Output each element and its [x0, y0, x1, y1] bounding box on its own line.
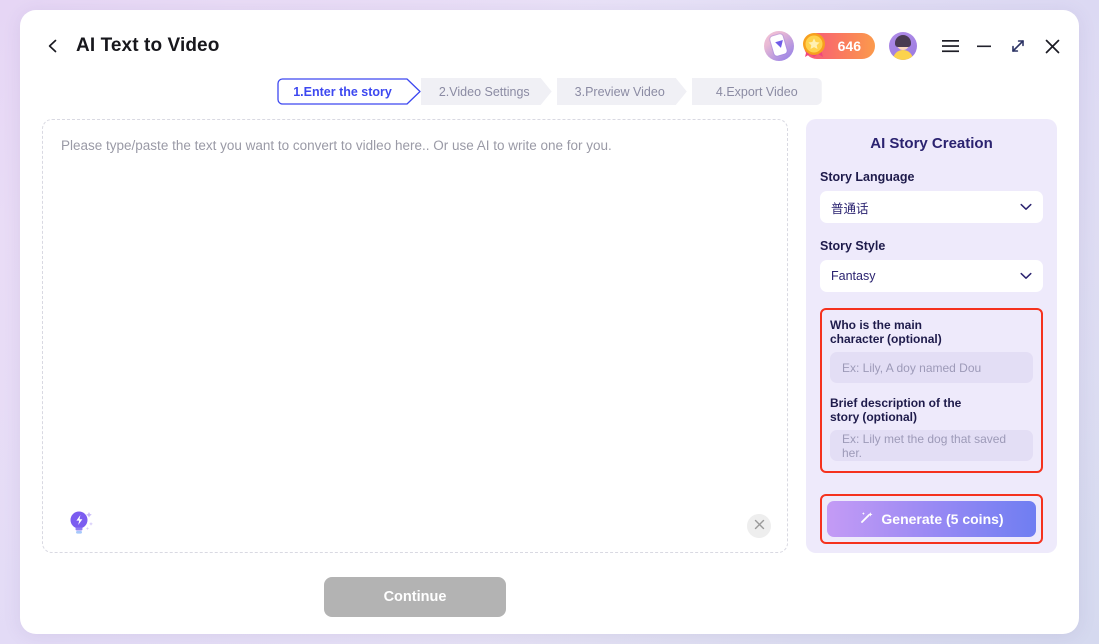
- mobile-app-download-icon[interactable]: [763, 31, 794, 61]
- expand-icon: [1010, 38, 1026, 54]
- coin-balance-badge[interactable]: 646: [802, 33, 875, 59]
- back-button[interactable]: [38, 31, 68, 61]
- avatar-hair: [895, 35, 911, 47]
- story-language-label: Story Language: [820, 170, 915, 184]
- title-bar: AI Text to Video 646: [20, 10, 1079, 82]
- minimize-icon: [976, 39, 992, 53]
- gold-star-medal-icon: [798, 30, 830, 62]
- main-character-input[interactable]: Ex: Lily, A doy named Dou: [830, 352, 1033, 383]
- story-description-input[interactable]: Ex: Lily met the dog that saved her.: [830, 430, 1033, 461]
- coin-count: 646: [837, 38, 861, 54]
- main-character-label: Who is the main character (optional): [830, 318, 1033, 346]
- main-character-optional-text: (optional): [887, 332, 942, 346]
- ai-story-creation-panel: AI Story Creation Story Language 普通话 Sto…: [806, 119, 1057, 553]
- story-description-optional-text: (optional): [862, 410, 917, 424]
- step-1-label: 1.Enter the story: [293, 84, 392, 99]
- story-style-value: Fantasy: [831, 269, 876, 283]
- generate-button[interactable]: Generate (5 coins): [827, 501, 1036, 537]
- story-text-placeholder: Please type/paste the text you want to c…: [61, 138, 612, 153]
- titlebar-controls: 646: [763, 29, 1069, 63]
- close-button[interactable]: [1035, 29, 1069, 63]
- lightbulb-idea-icon[interactable]: [63, 506, 97, 540]
- page-title: AI Text to Video: [76, 35, 220, 56]
- step-3-preview-video[interactable]: 3.Preview Video: [557, 78, 687, 105]
- story-style-label: Story Style: [820, 239, 886, 253]
- close-icon: [1044, 38, 1061, 55]
- story-language-value: 普通话: [831, 201, 869, 216]
- story-style-select[interactable]: Fantasy: [820, 260, 1043, 292]
- avatar-body: [893, 50, 913, 60]
- main-content: Please type/paste the text you want to c…: [20, 119, 1079, 617]
- generate-button-label: Generate (5 coins): [881, 511, 1004, 527]
- continue-button-row: Continue: [42, 577, 788, 617]
- step-progress-bar: 1.Enter the story 2.Video Settings 3.Pre…: [20, 78, 1079, 105]
- story-description-placeholder: Ex: Lily met the dog that saved her.: [842, 431, 1007, 460]
- user-avatar[interactable]: [889, 32, 917, 60]
- story-editor-column: Please type/paste the text you want to c…: [42, 119, 788, 617]
- menu-button[interactable]: [933, 29, 967, 63]
- optional-fields-highlight: Who is the main character (optional) Ex: …: [820, 308, 1043, 473]
- step-4-export-video[interactable]: 4.Export Video: [691, 78, 822, 105]
- hamburger-menu-icon: [941, 39, 959, 53]
- minimize-button[interactable]: [967, 29, 1001, 63]
- chevron-left-icon: [45, 38, 61, 54]
- generate-button-highlight: Generate (5 coins): [820, 494, 1043, 544]
- story-language-select[interactable]: 普通话: [820, 191, 1043, 223]
- step-1-enter-the-story[interactable]: 1.Enter the story: [277, 78, 421, 105]
- chevron-down-icon: [1020, 200, 1032, 214]
- clear-text-button[interactable]: [747, 514, 771, 538]
- step-2-video-settings[interactable]: 2.Video Settings: [421, 78, 552, 105]
- story-text-area[interactable]: Please type/paste the text you want to c…: [42, 119, 788, 553]
- panel-title: AI Story Creation: [870, 135, 993, 152]
- clear-close-icon: [754, 517, 765, 535]
- chevron-down-icon: [1020, 269, 1032, 283]
- story-description-label: Brief description of the story (optional): [830, 396, 1033, 424]
- step-4-label: 4.Export Video: [715, 84, 798, 99]
- step-2-label: 2.Video Settings: [438, 84, 530, 99]
- step-3-label: 3.Preview Video: [574, 84, 665, 99]
- magic-wand-icon: [859, 510, 874, 528]
- app-window: AI Text to Video 646 1.Enter the story 2…: [20, 10, 1079, 634]
- maximize-button[interactable]: [1001, 29, 1035, 63]
- continue-button[interactable]: Continue: [324, 577, 506, 617]
- main-character-placeholder: Ex: Lily, A doy named Dou: [842, 360, 982, 375]
